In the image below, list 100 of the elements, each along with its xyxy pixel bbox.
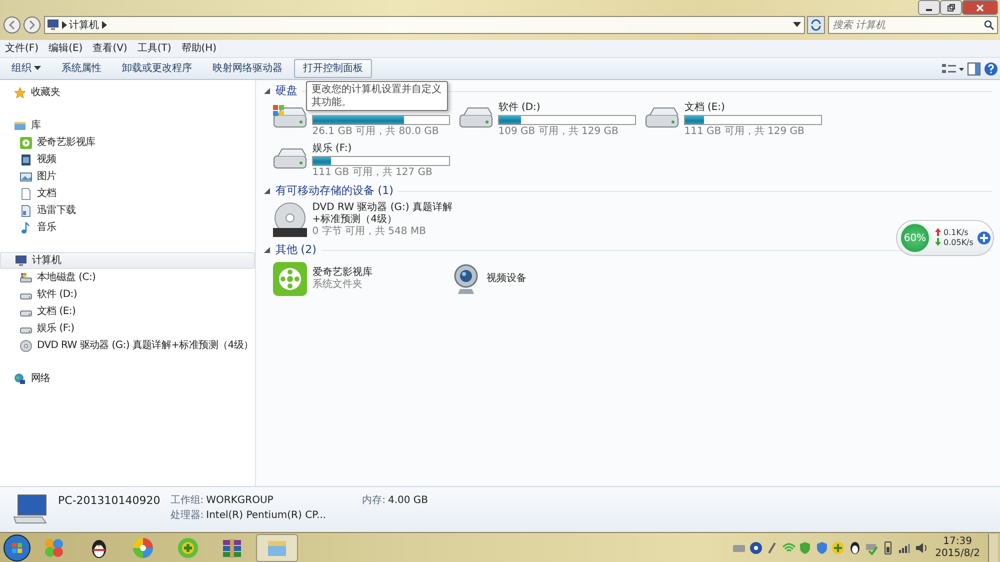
toolbar-button[interactable]: 映射网络驱动器: [204, 59, 292, 78]
drive-name[interactable]: DVD RW 驱动器 (G:) 真题详解+标准预测（4级）: [312, 202, 454, 226]
item-detail: 111 GB 可用，共 129 GB: [684, 126, 806, 138]
item-detail: 0 字节 可用，共 548 MB: [312, 226, 427, 238]
drive-name[interactable]: 文档 (E:): [684, 102, 822, 114]
start-button[interactable]: [2, 534, 30, 562]
sidebar-item[interactable]: 文档 (E:): [0, 303, 256, 320]
field-value: WORKGROUP: [206, 494, 274, 508]
folder-icon: [14, 120, 26, 132]
maximize-button[interactable]: [940, 0, 962, 15]
field-value: 4.00 GB: [388, 494, 428, 508]
document-icon: [20, 188, 32, 200]
penguin-icon[interactable]: [848, 540, 862, 554]
collapse-arrow-icon[interactable]: [264, 247, 270, 253]
section-header[interactable]: 有可移动存储的设备 (1): [275, 182, 394, 200]
section-header[interactable]: 硬盘: [275, 82, 298, 100]
pinwheel-icon: [132, 536, 154, 558]
menu-item[interactable]: 文件(F): [5, 41, 39, 56]
books-stack-icon: [221, 536, 243, 558]
computer-icon: [15, 254, 27, 266]
sidebar-item[interactable]: 迅雷下载: [0, 202, 256, 219]
field-label: 处理器:: [170, 508, 204, 523]
sidebar-item[interactable]: 计算机: [0, 252, 256, 269]
computer-name: PC-201310140920: [58, 493, 160, 509]
chevron-icon: [102, 21, 106, 29]
menu-item[interactable]: 工具(T): [137, 41, 172, 56]
preview-pane-icon[interactable]: [967, 62, 981, 76]
collapse-arrow-icon[interactable]: [264, 188, 270, 194]
sidebar-item[interactable]: 娱乐 (F:): [0, 320, 256, 337]
toolbar-button[interactable]: 组织: [2, 59, 50, 78]
restore-icon: [946, 4, 954, 12]
picture-icon: [20, 170, 32, 182]
film-icon: [20, 154, 32, 166]
breadcrumb[interactable]: 计算机: [69, 18, 99, 32]
plus-icon[interactable]: [977, 231, 992, 245]
minimize-button[interactable]: [918, 0, 940, 15]
upload-speed: 0.1K/s: [944, 228, 968, 238]
plus-icon: [176, 536, 198, 558]
forward-button[interactable]: [23, 16, 41, 34]
up-arrow-icon: [935, 228, 941, 236]
search-field[interactable]: 搜索 计算机: [828, 16, 998, 34]
tooltip: 更改您的计算机设置并自定义其功能。: [306, 81, 448, 111]
sidebar-item[interactable]: 图片: [0, 168, 256, 185]
hard-drive-icon: [272, 102, 308, 130]
computer-icon: [12, 493, 48, 525]
sidebar-item[interactable]: 库: [0, 117, 256, 134]
sidebar-item[interactable]: 音乐: [0, 219, 256, 236]
close-button[interactable]: [962, 0, 998, 15]
film-reel-icon: [20, 136, 32, 148]
collapse-arrow-icon[interactable]: [264, 88, 270, 94]
sidebar-item[interactable]: 文档: [0, 185, 256, 202]
toolbar-button[interactable]: 卸载或更改程序: [113, 59, 201, 78]
chevron-icon: [62, 21, 66, 29]
close-icon: [976, 4, 984, 12]
clock[interactable]: 17:39 2015/8/2: [930, 536, 985, 560]
document-download-icon: [20, 204, 32, 216]
usage-percent: 60%: [899, 222, 931, 254]
menu-item[interactable]: 帮助(H): [181, 41, 217, 56]
music-note-icon: [20, 222, 32, 234]
sidebar-item[interactable]: 本地磁盘 (C:): [0, 269, 256, 286]
field-label: 内存:: [362, 494, 386, 508]
item-detail: 26.1 GB 可用，共 80.0 GB: [312, 126, 440, 138]
sidebar-item[interactable]: 网络: [0, 370, 256, 387]
star-icon: [14, 86, 26, 98]
shield-icon[interactable]: [814, 540, 829, 554]
address-bar[interactable]: 计算机: [44, 16, 804, 34]
film-reel-icon: [272, 261, 308, 297]
drive-name[interactable]: 爱奇艺影视库: [312, 267, 372, 279]
computer-icon: [47, 19, 59, 31]
sidebar-item[interactable]: 爱奇艺影视库: [0, 134, 256, 151]
back-button[interactable]: [2, 16, 20, 34]
download-speed: 0.05K/s: [944, 238, 974, 248]
refresh-button[interactable]: [807, 16, 825, 34]
menu-item[interactable]: 查看(V): [92, 41, 128, 56]
toolbar-button[interactable]: 打开控制面板: [294, 59, 372, 78]
drive-name[interactable]: 娱乐 (F:): [312, 143, 450, 155]
field-value: Intel(R) Pentium(R) CP...: [206, 509, 326, 523]
item-detail: 109 GB 可用，共 129 GB: [498, 126, 620, 138]
drive-name[interactable]: 软件 (D:): [498, 102, 636, 114]
sidebar-item[interactable]: 软件 (D:): [0, 286, 256, 303]
disc-icon: [20, 340, 32, 352]
down-arrow-icon: [935, 238, 941, 246]
cd-rom-drive-icon: [272, 202, 308, 238]
menu-item[interactable]: 编辑(E): [48, 41, 83, 56]
toolbar-button[interactable]: 系统属性: [52, 59, 110, 78]
hard-drive-icon: [20, 272, 32, 284]
dropdown-icon[interactable]: [793, 22, 801, 28]
section-header[interactable]: 其他 (2): [275, 242, 316, 258]
globe-network-icon: [14, 372, 26, 384]
item-detail: 111 GB 可用，共 127 GB: [312, 167, 434, 179]
circles-app-icon: [43, 536, 65, 558]
sidebar-item[interactable]: 视频: [0, 151, 256, 168]
speaker-icon[interactable]: [914, 540, 928, 554]
view-options-icon[interactable]: [940, 62, 964, 76]
search-icon: [984, 20, 994, 30]
show-desktop-button[interactable]: [988, 534, 998, 562]
sidebar-item[interactable]: 收藏夹: [0, 84, 256, 101]
field-label: 工作组:: [170, 494, 204, 508]
drive-name[interactable]: 视频设备: [486, 273, 526, 285]
sidebar-item[interactable]: DVD RW 驱动器 (G:) 真题详解+标准预测（4级）: [0, 337, 256, 354]
